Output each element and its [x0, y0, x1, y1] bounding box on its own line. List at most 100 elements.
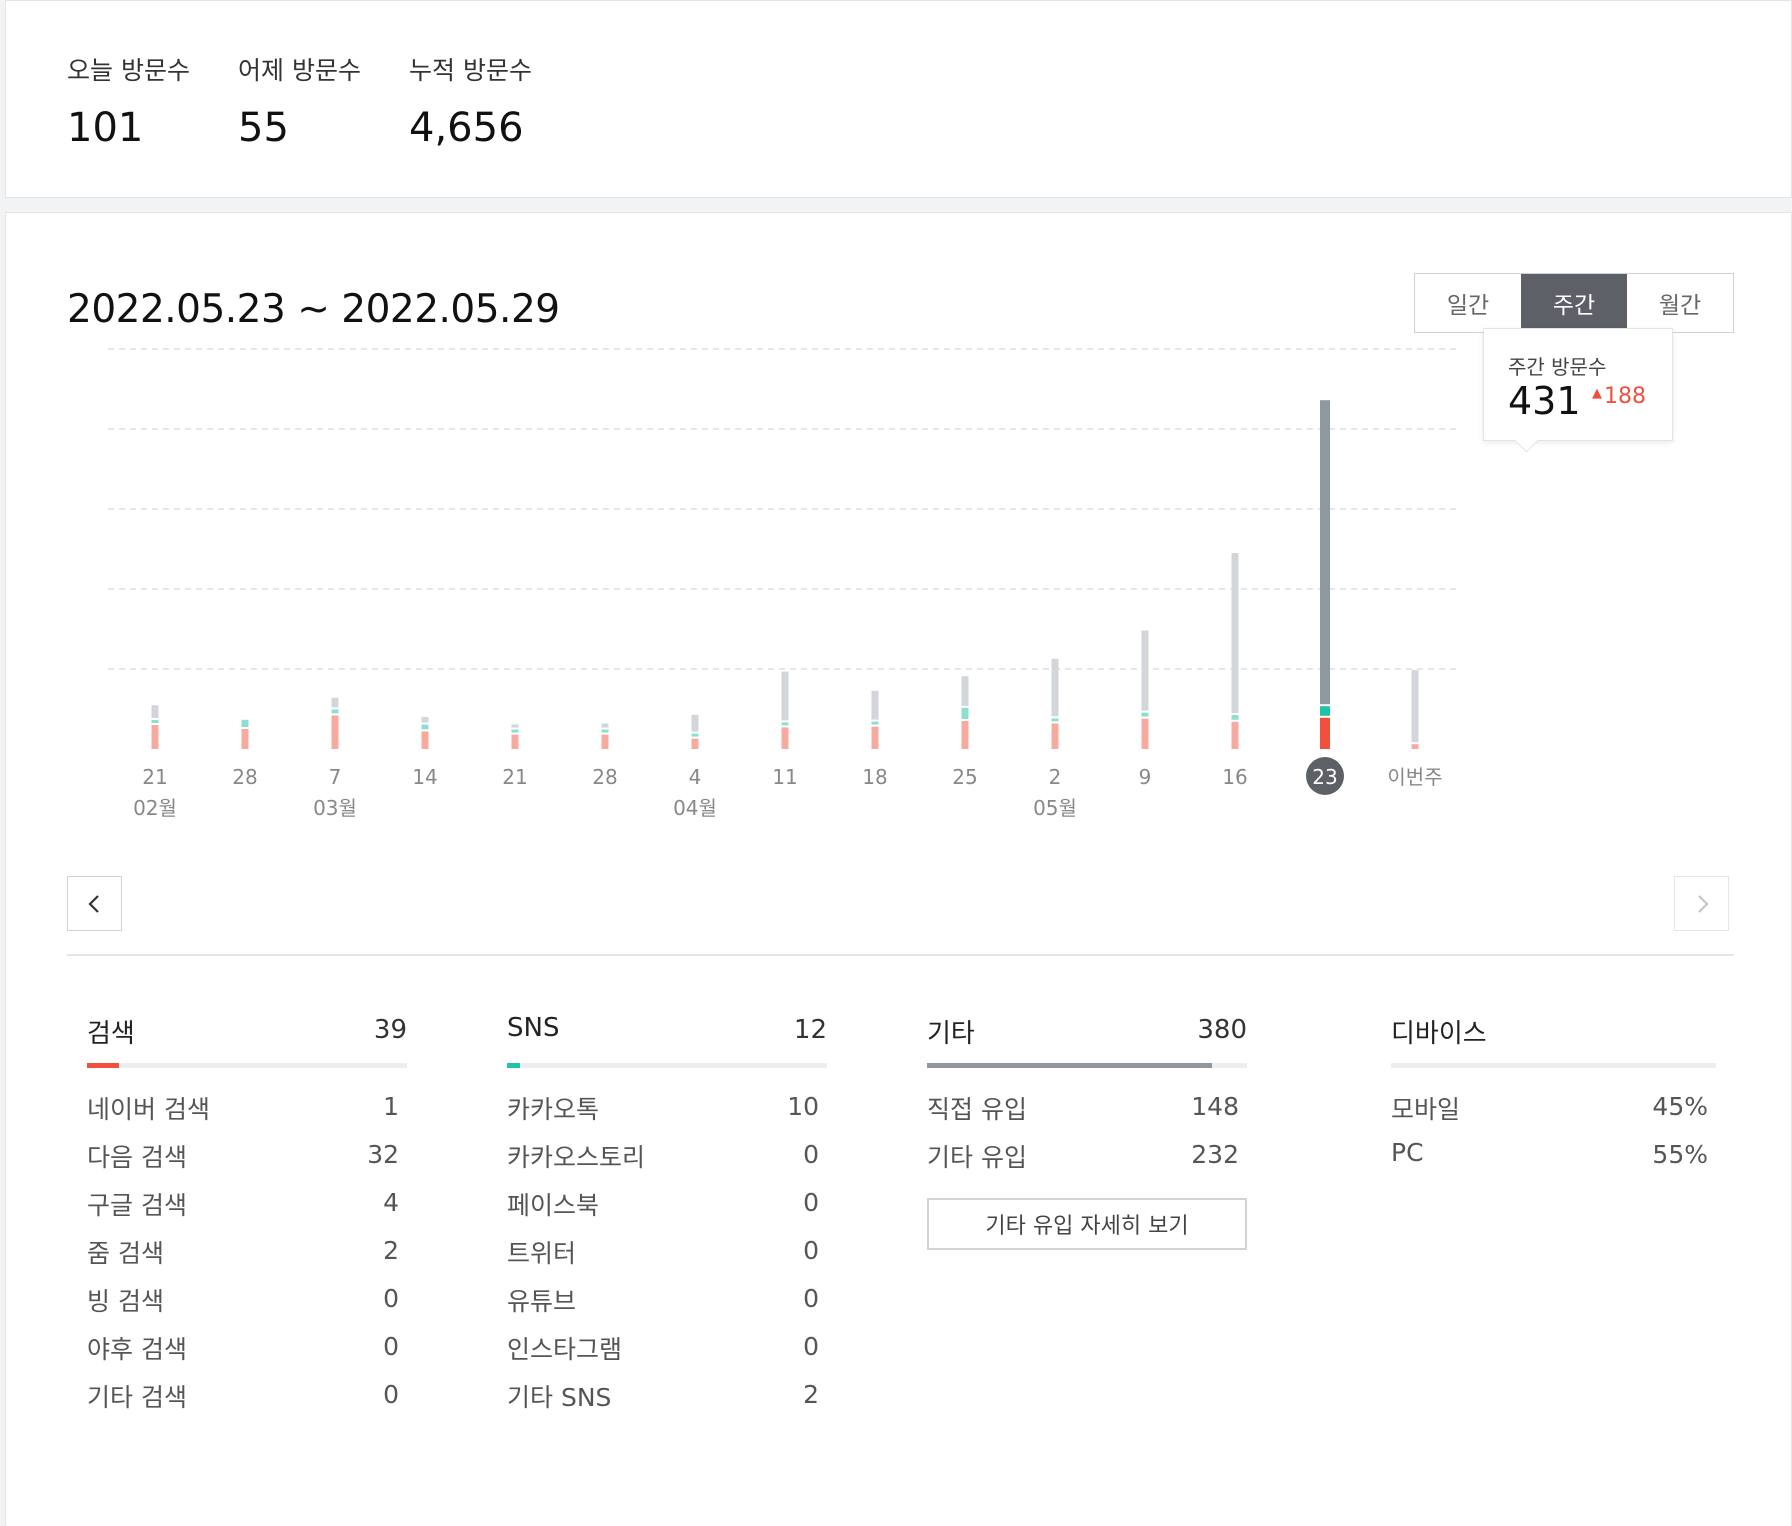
search-row-label: 다음 검색 [87, 1143, 187, 1172]
search-row-value: 1 [383, 1092, 399, 1121]
bar-search [511, 734, 519, 749]
bar-sns [1141, 712, 1149, 717]
sns-source-panel: SNS 12 카카오톡 10 카카오스토리 0 페이스북 0 트위터 0 유튜브 0 인스타그램 0 기… [507, 1013, 827, 1426]
sns-progress-fill [507, 1063, 520, 1068]
sns-row-label: 카카오스토리 [507, 1143, 646, 1172]
chart-divider [67, 954, 1734, 956]
device-divider [1391, 1063, 1716, 1068]
other-row: 기타 유입 232 [927, 1138, 1247, 1186]
bar-search [961, 721, 969, 749]
bar-sns [331, 709, 339, 714]
search-row-label: 네이버 검색 [87, 1095, 210, 1124]
tab-daily[interactable]: 일간 [1415, 274, 1521, 332]
sns-row: 카카오톡 10 [507, 1090, 827, 1138]
sns-row: 페이스북 0 [507, 1186, 827, 1234]
prev-week-button[interactable] [67, 876, 122, 931]
today-visits: 오늘 방문수 101 [67, 51, 190, 151]
bar-search [871, 726, 879, 749]
search-row-value: 32 [367, 1140, 399, 1169]
sns-title: SNS [507, 1013, 560, 1043]
sns-total: 12 [793, 1015, 827, 1045]
bar-search [421, 731, 429, 749]
chart-tooltip: 주간 방문수 431 ▲188 [1483, 328, 1673, 441]
bar-other [511, 724, 519, 728]
tab-monthly[interactable]: 월간 [1627, 274, 1733, 332]
sns-row: 카카오스토리 0 [507, 1138, 827, 1186]
bar-other [331, 697, 339, 708]
search-row-label: 야후 검색 [87, 1335, 187, 1364]
period-tabs: 일간 주간 월간 [1414, 273, 1734, 333]
bar-search [1051, 723, 1059, 749]
search-row: 줌 검색 2 [87, 1234, 407, 1282]
device-row-label: 모바일 [1391, 1095, 1461, 1124]
search-total: 39 [373, 1015, 407, 1045]
search-row-label: 기타 검색 [87, 1383, 187, 1412]
bar-sns [151, 720, 159, 723]
search-progress-fill [87, 1063, 119, 1068]
bar-sns [601, 729, 609, 733]
tab-weekly[interactable]: 주간 [1521, 274, 1627, 332]
bar-other [1411, 670, 1419, 743]
other-progress [927, 1063, 1247, 1068]
device-row-label: PC [1391, 1138, 1424, 1167]
search-row-label: 빙 검색 [87, 1287, 164, 1316]
bar-sns [691, 733, 699, 737]
x-tick-label: 16 [1222, 765, 1247, 789]
other-row-label: 기타 유입 [927, 1143, 1027, 1172]
device-title: 디바이스 [1391, 1019, 1487, 1049]
bar-other [1231, 553, 1239, 713]
search-row-value: 0 [383, 1380, 399, 1409]
bar-search [781, 727, 789, 749]
sns-row: 기타 SNS 2 [507, 1378, 827, 1426]
other-total: 380 [1197, 1015, 1247, 1045]
sns-row-value: 0 [803, 1332, 819, 1361]
bar-other [871, 690, 879, 720]
bar-search [1231, 721, 1239, 749]
search-source-panel: 검색 39 네이버 검색 1 다음 검색 32 구글 검색 4 줌 검색 2 빙 검색 0 야후 검… [87, 1013, 407, 1426]
x-tick-label: 14 [412, 765, 437, 789]
month-label: 04월 [673, 796, 717, 820]
bar-sns [241, 719, 249, 727]
device-row: 모바일 45% [1391, 1090, 1716, 1138]
device-panel: 디바이스 모바일 45% PC 55% [1391, 1013, 1716, 1186]
bar-other [601, 723, 609, 728]
search-row: 야후 검색 0 [87, 1330, 407, 1378]
other-detail-button[interactable]: 기타 유입 자세히 보기 [927, 1198, 1247, 1250]
total-visits-label: 누적 방문수 [409, 56, 532, 85]
sns-row-value: 0 [803, 1140, 819, 1169]
x-tick-label: 11 [772, 765, 797, 789]
month-label: 02월 [133, 796, 177, 820]
next-week-button[interactable] [1674, 876, 1729, 931]
x-tick-label: 18 [862, 765, 887, 789]
other-progress-fill [927, 1063, 1212, 1068]
sns-row-value: 10 [787, 1092, 819, 1121]
other-title: 기타 [927, 1019, 975, 1049]
bar-other [781, 671, 789, 721]
x-tick-label: 21 [142, 765, 167, 789]
x-tick-label: 25 [952, 765, 977, 789]
x-tick-label: 28 [232, 765, 257, 789]
bar-other [151, 705, 159, 718]
yesterday-visits-label: 어제 방문수 [238, 56, 361, 85]
sns-row-label: 페이스북 [507, 1191, 600, 1220]
x-tick-label: 7 [329, 765, 342, 789]
tooltip-label: 주간 방문수 [1508, 355, 1607, 379]
other-row-value: 232 [1191, 1140, 1239, 1169]
today-visits-label: 오늘 방문수 [67, 56, 190, 85]
bar-search [1141, 718, 1149, 749]
search-row-label: 구글 검색 [87, 1191, 187, 1220]
x-tick-label: 21 [502, 765, 527, 789]
bar-search [241, 729, 249, 749]
search-title: 검색 [87, 1019, 135, 1049]
search-row: 기타 검색 0 [87, 1378, 407, 1426]
stats-card: 2022.05.23 ~ 2022.05.29 21 28 7 14 21 28 4 11 18… [5, 212, 1792, 1526]
search-row-value: 2 [383, 1236, 399, 1265]
sns-row-label: 카카오톡 [507, 1095, 600, 1124]
sns-row-value: 2 [803, 1380, 819, 1409]
sns-row-label: 인스타그램 [507, 1335, 623, 1364]
up-arrow-icon: ▲ [1592, 386, 1602, 401]
x-tick-label: 28 [592, 765, 617, 789]
sns-row: 유튜브 0 [507, 1282, 827, 1330]
x-tick-label: 9 [1139, 765, 1152, 789]
sns-progress [507, 1063, 827, 1068]
